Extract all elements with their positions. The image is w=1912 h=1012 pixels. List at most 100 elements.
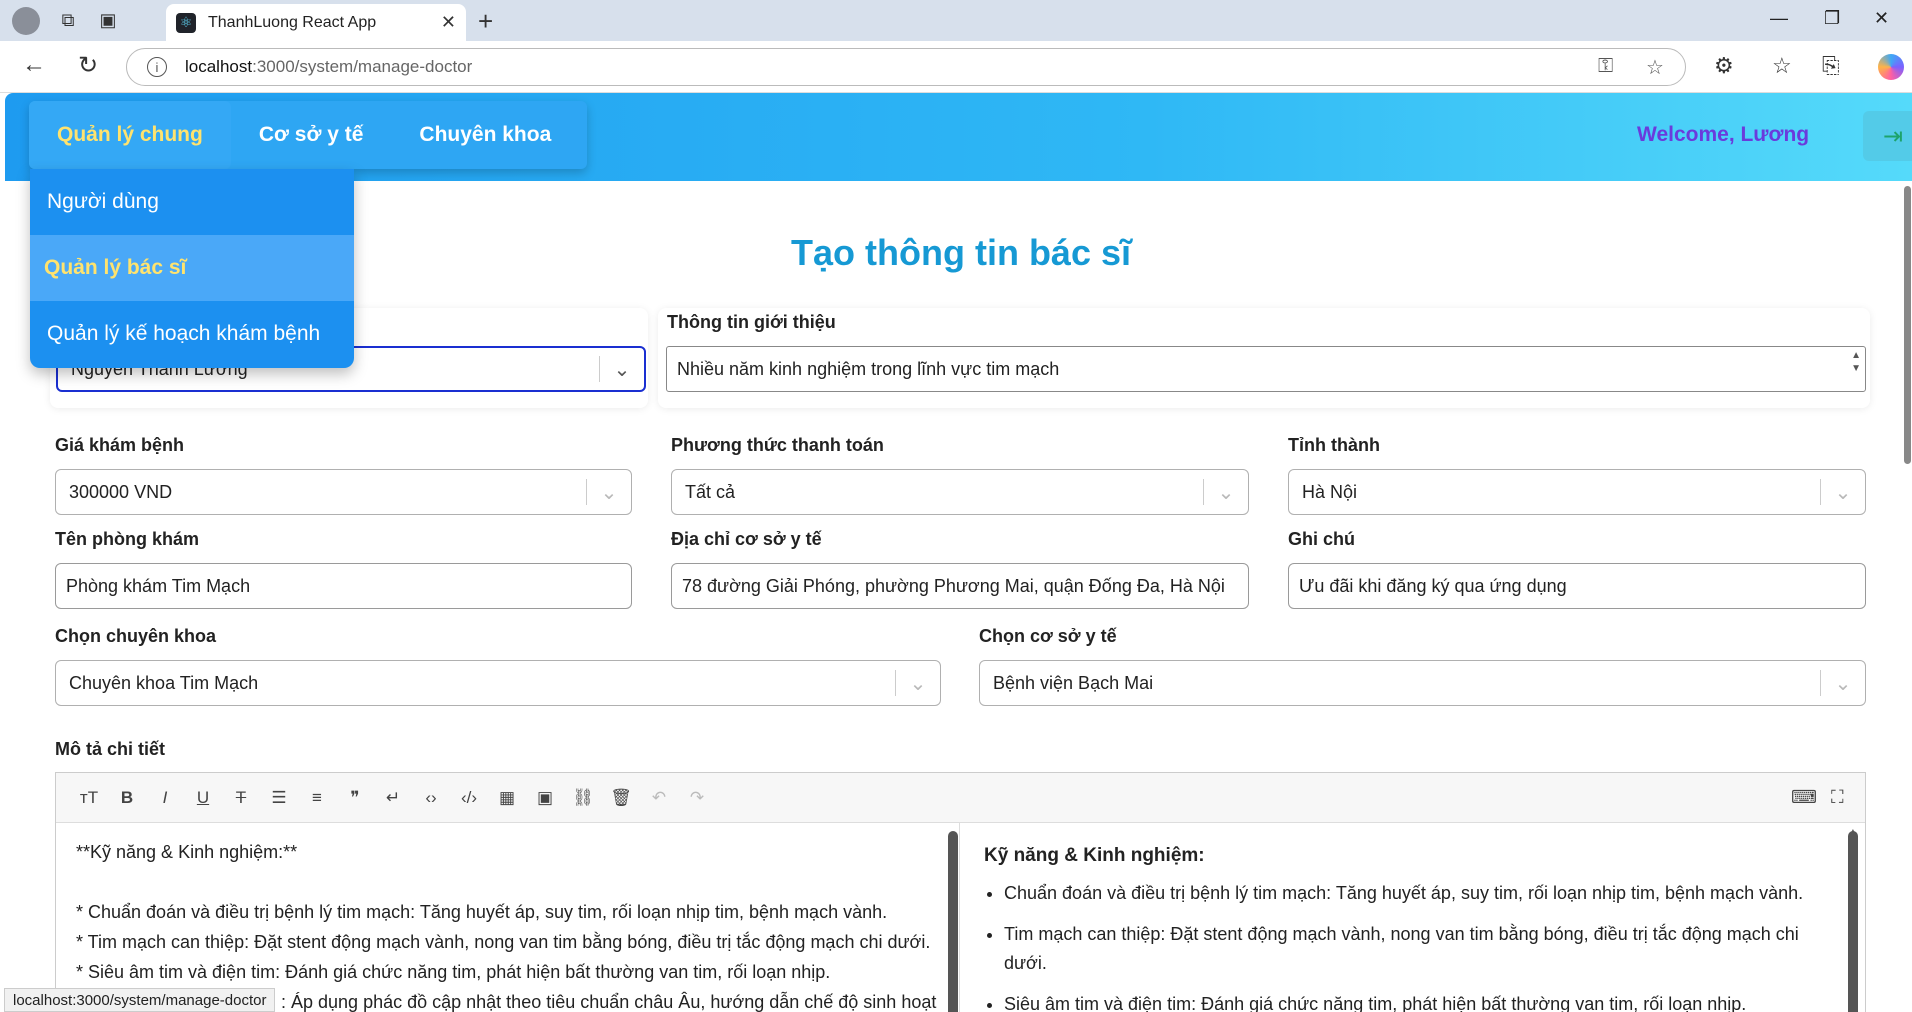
heading-icon[interactable]: ᴛT	[70, 788, 108, 808]
clinic-name-value: Phòng khám Tim Mạch	[66, 575, 251, 596]
workspaces-icon[interactable]: ⧉	[48, 0, 88, 41]
menu-item-schedule[interactable]: Quản lý kế hoạch khám bệnh	[30, 301, 354, 367]
facility-value: Bệnh viện Bạch Mai	[993, 672, 1154, 693]
code-block-icon[interactable]: ‹/›	[450, 788, 488, 808]
welcome-text: Welcome, Lương	[1637, 123, 1810, 146]
note-value: Ưu đãi khi đăng ký qua ứng dụng	[1299, 575, 1567, 596]
price-value: 300000 VND	[69, 481, 173, 502]
site-info-icon[interactable]: i	[147, 57, 167, 77]
facility-select[interactable]: Bệnh viện Bạch Mai ⌄	[979, 660, 1866, 706]
scroll-up-icon[interactable]: ▲	[1847, 825, 1859, 839]
bold-icon[interactable]: B	[108, 788, 146, 808]
markdown-source-pane[interactable]: **Kỹ năng & Kinh nghiệm:** * Chuẩn đoán …	[56, 823, 960, 1012]
undo-icon[interactable]: ↶	[640, 788, 678, 808]
image-icon[interactable]: ▣	[526, 788, 564, 808]
note-input[interactable]: Ưu đãi khi đăng ký qua ứng dụng	[1288, 563, 1866, 609]
tab-title: ThanhLuong React App	[208, 13, 377, 31]
browser-addressbar: ← ↻ i localhost:3000/system/manage-docto…	[0, 41, 1912, 93]
restore-icon[interactable]: ❐	[1824, 8, 1840, 29]
chevron-down-icon[interactable]: ⌄	[1821, 671, 1865, 696]
facility-label: Chọn cơ sở y tế	[979, 626, 1117, 646]
chevron-down-icon[interactable]: ⌄	[1821, 480, 1865, 505]
markdown-editor: ᴛT B I U T ☰ ≡ ❞ ↵ ‹› ‹/› ▦ ▣ ⛓ 🗑 ↶ ↷ ⌨ …	[55, 772, 1866, 1012]
clinic-address-input[interactable]: 78 đường Giải Phóng, phường Phương Mai, …	[671, 563, 1249, 609]
back-icon[interactable]: ←	[22, 51, 46, 79]
chevron-down-icon[interactable]: ⌄	[587, 480, 631, 505]
close-tab-icon[interactable]: ✕	[441, 12, 456, 33]
keyboard-icon[interactable]: ⌨	[1791, 787, 1817, 808]
textarea-scroll-arrows[interactable]: ▲ ▼	[1851, 349, 1861, 375]
url-path: :3000/system/manage-doctor	[252, 57, 473, 76]
menu-item-users[interactable]: Người dùng	[30, 169, 354, 235]
share-icon[interactable]: ⎘	[1822, 53, 1840, 79]
specialty-select[interactable]: Chuyên khoa Tim Mạch ⌄	[55, 660, 941, 706]
table-icon[interactable]: ▦	[488, 788, 526, 808]
extensions-icon[interactable]: ⚙	[1714, 53, 1734, 79]
key-icon[interactable]: ⚿	[1598, 55, 1613, 78]
main-nav: Quản lý chung Cơ sở y tế Chuyên khoa	[29, 101, 587, 169]
province-label: Tỉnh thành	[1288, 435, 1380, 455]
preview-list-item: Siêu âm tim và điện tim: Đánh giá chức n…	[1004, 990, 1835, 1012]
page-scrollbar[interactable]	[1904, 186, 1911, 464]
wrap-icon[interactable]: ↵	[374, 788, 412, 808]
quote-icon[interactable]: ❞	[336, 788, 374, 808]
clinic-address-value: 78 đường Giải Phóng, phường Phương Mai, …	[682, 575, 1225, 596]
url-host: localhost	[185, 57, 253, 76]
payment-select[interactable]: Tất cả ⌄	[671, 469, 1249, 515]
nav-medical-facility[interactable]: Cơ sở y tế	[231, 101, 392, 169]
payment-label: Phương thức thanh toán	[671, 435, 884, 455]
clinic-name-label: Tên phòng khám	[55, 529, 199, 549]
underline-icon[interactable]: U	[184, 788, 222, 808]
nav-general-management[interactable]: Quản lý chung	[29, 101, 231, 169]
intro-textarea[interactable]: Nhiều năm kinh nghiệm trong lĩnh vực tim…	[666, 346, 1866, 392]
md-line: * Siêu âm tim và điện tim: Đánh giá chức…	[76, 962, 831, 982]
md-line-blank	[76, 867, 939, 897]
url-input[interactable]: i localhost:3000/system/manage-doctor	[126, 48, 1686, 86]
preview-list-item: Tim mạch can thiệp: Đặt stent động mạch …	[1004, 920, 1835, 978]
specialty-label: Chọn chuyên khoa	[55, 626, 217, 646]
link-icon[interactable]: ⛓	[564, 788, 602, 808]
italic-icon[interactable]: I	[146, 788, 184, 808]
favorite-star-icon[interactable]: ☆	[1646, 55, 1664, 80]
preview-scrollbar[interactable]: ▲	[1847, 825, 1859, 1012]
menu-item-manage-doctor[interactable]: Quản lý bác sĩ	[30, 235, 354, 301]
preview-heading: Kỹ năng & Kinh nghiệm:	[984, 845, 1205, 866]
note-label: Ghi chú	[1288, 529, 1355, 549]
nav-specialty[interactable]: Chuyên khoa	[391, 101, 579, 169]
react-logo-icon: ⚛	[176, 12, 196, 33]
tab-actions-icon[interactable]: ▣	[88, 0, 128, 41]
clinic-name-input[interactable]: Phòng khám Tim Mạch	[55, 563, 632, 609]
close-window-icon[interactable]: ✕	[1874, 8, 1889, 29]
price-select[interactable]: 300000 VND ⌄	[55, 469, 632, 515]
redo-icon[interactable]: ↷	[678, 788, 716, 808]
md-line: * Chuẩn đoán và điều trị bệnh lý tim mạc…	[76, 902, 888, 922]
province-value: Hà Nội	[1302, 481, 1358, 502]
clear-icon[interactable]: 🗑	[602, 788, 640, 808]
copilot-icon[interactable]	[1878, 54, 1904, 80]
preview-list: Chuẩn đoán và điều trị bệnh lý tim mạch:…	[984, 879, 1835, 1012]
markdown-preview-pane: Kỹ năng & Kinh nghiệm: Chuẩn đoán và điề…	[960, 823, 1865, 1012]
strikethrough-icon[interactable]: T	[222, 788, 260, 808]
app-header: Quản lý chung Cơ sở y tế Chuyên khoa Wel…	[5, 93, 1912, 181]
profile-avatar[interactable]	[12, 6, 40, 35]
payment-value: Tất cả	[685, 481, 736, 502]
chevron-down-icon[interactable]: ⌄	[1204, 480, 1248, 505]
source-scrollbar[interactable]: ▲	[947, 831, 959, 1012]
logout-icon: ⇥	[1882, 122, 1904, 150]
chevron-down-icon[interactable]: ⌄	[600, 357, 644, 382]
minimize-icon[interactable]: —	[1770, 8, 1788, 29]
editor-toolbar: ᴛT B I U T ☰ ≡ ❞ ↵ ‹› ‹/› ▦ ▣ ⛓ 🗑 ↶ ↷	[56, 773, 1865, 823]
logout-button[interactable]: ⇥	[1863, 111, 1912, 161]
new-tab-icon[interactable]: +	[478, 6, 493, 37]
reload-icon[interactable]: ↻	[78, 51, 98, 80]
browser-tab-active[interactable]: ⚛ ThanhLuong React App ✕	[166, 4, 466, 41]
intro-value: Nhiều năm kinh nghiệm trong lĩnh vực tim…	[677, 359, 1060, 379]
scroll-up-icon[interactable]: ▲	[947, 825, 959, 855]
favorites-icon[interactable]: ☆	[1772, 53, 1792, 79]
chevron-down-icon[interactable]: ⌄	[896, 671, 940, 696]
code-icon[interactable]: ‹›	[412, 788, 450, 808]
unordered-list-icon[interactable]: ☰	[260, 788, 298, 808]
province-select[interactable]: Hà Nội ⌄	[1288, 469, 1866, 515]
ordered-list-icon[interactable]: ≡	[298, 788, 336, 808]
fullscreen-icon[interactable]: ⛶	[1831, 787, 1844, 808]
